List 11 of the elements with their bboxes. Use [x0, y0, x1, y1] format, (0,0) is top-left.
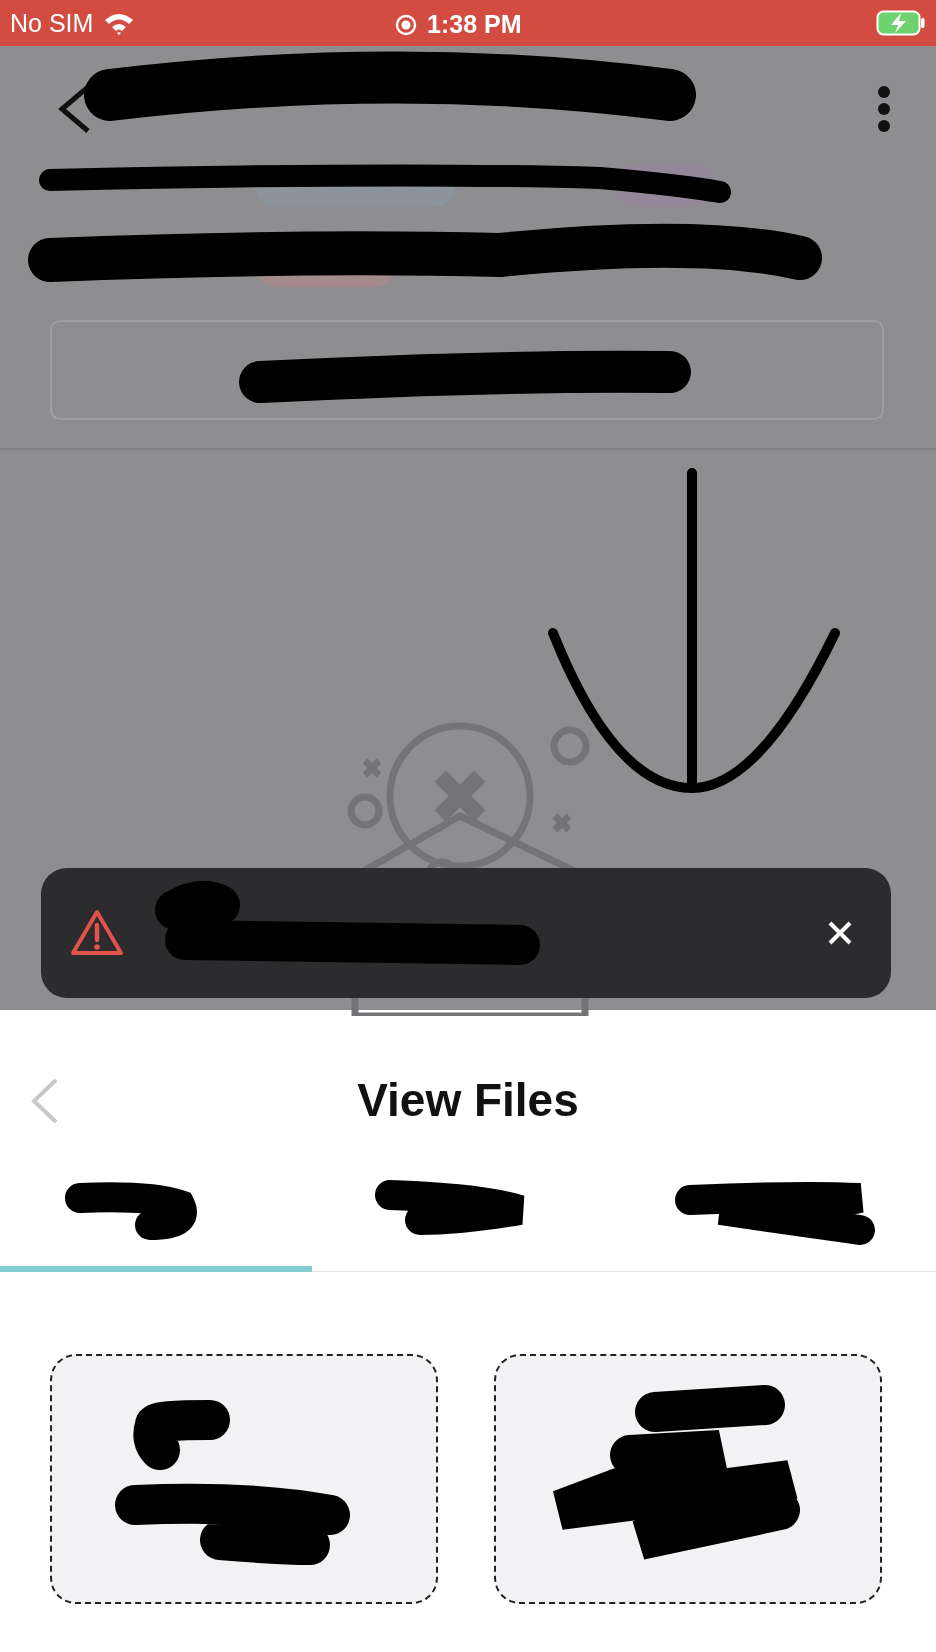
- warning-icon: [69, 908, 125, 958]
- wifi-icon: [103, 11, 136, 35]
- clock-time: 1:38 PM: [427, 10, 522, 39]
- back-icon[interactable]: [58, 85, 92, 133]
- battery-icon: [876, 10, 926, 36]
- action-button[interactable]: [50, 320, 884, 420]
- more-icon[interactable]: [877, 85, 891, 133]
- location-icon: [395, 13, 417, 36]
- carrier-label: No SIM: [10, 8, 94, 38]
- sheet-title: View Files: [357, 1073, 579, 1127]
- close-icon[interactable]: [827, 920, 853, 946]
